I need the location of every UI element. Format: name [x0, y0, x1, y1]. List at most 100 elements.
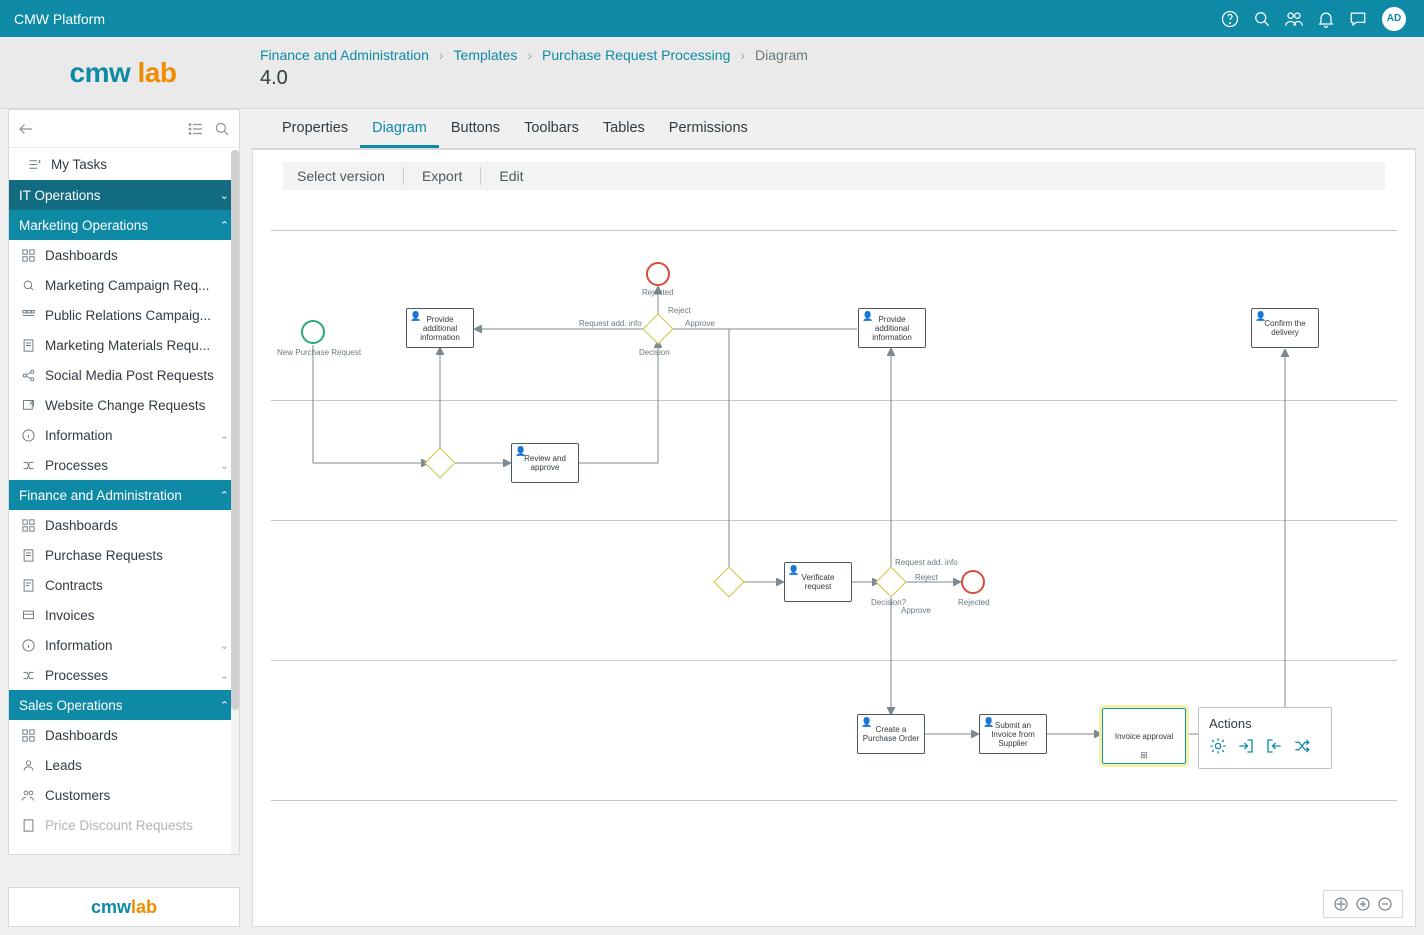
- sidebar-item-leads[interactable]: Leads: [9, 750, 239, 780]
- shuffle-icon[interactable]: [1293, 737, 1311, 755]
- gear-icon[interactable]: [1209, 737, 1227, 755]
- scrollbar-track: [231, 150, 239, 854]
- avatar[interactable]: AD: [1382, 7, 1406, 31]
- chevron-up-icon: ⌃: [220, 489, 229, 502]
- bell-icon[interactable]: [1310, 3, 1342, 35]
- reject2-label: Reject: [915, 573, 938, 582]
- tab-permissions[interactable]: Permissions: [657, 120, 760, 148]
- zoom-fit-icon[interactable]: [1332, 895, 1350, 913]
- canvas: Select version Export Edit: [252, 149, 1416, 927]
- task-provide-info-1[interactable]: 👤Provide additional information: [406, 308, 474, 348]
- tab-tables[interactable]: Tables: [591, 120, 657, 148]
- app-title: CMW Platform: [14, 11, 105, 27]
- sidebar-section-finance[interactable]: Finance and Administration ⌃: [9, 480, 239, 510]
- search-icon[interactable]: [1246, 3, 1278, 35]
- sidebar-section-marketing[interactable]: Marketing Operations ⌃: [9, 210, 239, 240]
- scrollbar-thumb[interactable]: [231, 150, 239, 710]
- task-provide-info-2[interactable]: 👤Provide additional information: [858, 308, 926, 348]
- tabbar: Properties Diagram Buttons Toolbars Tabl…: [252, 109, 1416, 149]
- zoom-in-icon[interactable]: [1354, 895, 1372, 913]
- crumb-finance[interactable]: Finance and Administration: [260, 47, 429, 63]
- sidebar-item-materials-req[interactable]: Marketing Materials Requ...: [9, 330, 239, 360]
- sidebar-item-fin-information[interactable]: Information⌄: [9, 630, 239, 660]
- tab-buttons[interactable]: Buttons: [439, 120, 512, 148]
- task-create-po[interactable]: 👤Create a Purchase Order: [857, 714, 925, 754]
- chevron-up-icon: ⌃: [220, 219, 229, 232]
- sidebar-item-customers[interactable]: Customers: [9, 780, 239, 810]
- task-invoice-approval[interactable]: Invoice approval⊞: [1102, 708, 1186, 764]
- task-confirm-delivery[interactable]: 👤Confirm the delivery: [1251, 308, 1319, 348]
- topbar: CMW Platform AD: [0, 0, 1424, 37]
- start-label: New Purchase Request: [277, 348, 361, 357]
- sidebar-item-dashboards[interactable]: Dashboards: [9, 240, 239, 270]
- zoom-out-icon[interactable]: [1376, 895, 1394, 913]
- crumb-templates[interactable]: Templates: [454, 47, 518, 63]
- chevron-up-icon: ⌃: [220, 699, 229, 712]
- start-event[interactable]: [301, 320, 325, 344]
- end-event-rejected-2[interactable]: [961, 570, 985, 594]
- approve2-label: Approve: [901, 606, 931, 615]
- sidebar-item-fin-processes[interactable]: Processes⌄: [9, 660, 239, 690]
- version-label: 4.0: [260, 67, 1410, 90]
- collapse-icon[interactable]: [17, 120, 35, 138]
- task-review[interactable]: 👤Review and approve: [511, 443, 579, 483]
- decision-label: Decision: [639, 348, 670, 357]
- step-in-icon[interactable]: [1237, 737, 1255, 755]
- rejected2-label: Rejected: [958, 598, 990, 607]
- zoom-controls: [1323, 890, 1403, 918]
- chevron-down-icon: ⌄: [220, 189, 229, 202]
- sidebar-section-it-operations[interactable]: IT Operations ⌄: [9, 180, 239, 210]
- actions-title: Actions: [1209, 716, 1321, 731]
- sidebar-item-information[interactable]: Information⌄: [9, 420, 239, 450]
- sidebar-section-sales[interactable]: Sales Operations ⌃: [9, 690, 239, 720]
- step-out-icon[interactable]: [1265, 737, 1283, 755]
- actions-panel: Actions: [1198, 707, 1332, 769]
- approve-label: Approve: [685, 319, 715, 328]
- export-button[interactable]: Export: [422, 168, 462, 184]
- end-event-rejected[interactable]: [646, 262, 670, 286]
- sidebar-item-website-change[interactable]: Website Change Requests: [9, 390, 239, 420]
- sidebar-item-invoices[interactable]: Invoices: [9, 600, 239, 630]
- sidebar-item-campaign-req[interactable]: Marketing Campaign Req...: [9, 270, 239, 300]
- sidebar-my-tasks[interactable]: My Tasks: [9, 148, 239, 180]
- crumb-current: Diagram: [755, 47, 808, 63]
- sidebar-item-contracts[interactable]: Contracts: [9, 570, 239, 600]
- sidebar-item-social-media[interactable]: Social Media Post Requests: [9, 360, 239, 390]
- bpmn-diagram[interactable]: New Purchase Request Rejected 👤Provide a…: [253, 210, 1415, 926]
- task-submit-invoice[interactable]: 👤Submit an Invoice from Supplier: [979, 714, 1047, 754]
- sidebar-item-pr-campaign[interactable]: Public Relations Campaig...: [9, 300, 239, 330]
- chevron-right-icon: ›: [439, 47, 444, 63]
- list-icon[interactable]: [187, 120, 205, 138]
- subtop: cmw lab Finance and Administration › Tem…: [0, 37, 1424, 109]
- rejected-label: Rejected: [642, 288, 674, 297]
- sidebar-item-purchase-req[interactable]: Purchase Requests: [9, 540, 239, 570]
- sidebar-toolbar: [9, 110, 239, 148]
- task-verify[interactable]: 👤Verificate request: [784, 562, 852, 602]
- sidebar-item-price-discount[interactable]: Price Discount Requests: [9, 810, 239, 840]
- tab-diagram[interactable]: Diagram: [360, 120, 439, 148]
- chevron-right-icon: ›: [527, 47, 532, 63]
- req-add2-label: Request add. info: [895, 558, 958, 567]
- sidebar-item-sales-dashboards[interactable]: Dashboards: [9, 720, 239, 750]
- users-icon[interactable]: [1278, 3, 1310, 35]
- sidebar: My Tasks IT Operations ⌄ Marketing Opera…: [8, 109, 240, 855]
- chevron-down-icon: ⌄: [220, 669, 229, 682]
- reject-label: Reject: [668, 306, 691, 315]
- search-icon[interactable]: [213, 120, 231, 138]
- chat-icon[interactable]: [1342, 3, 1374, 35]
- select-version-button[interactable]: Select version: [297, 168, 385, 184]
- crumb-purchase-request[interactable]: Purchase Request Processing: [542, 47, 730, 63]
- breadcrumb: Finance and Administration › Templates ›…: [260, 47, 1410, 63]
- help-icon[interactable]: [1214, 3, 1246, 35]
- req-add-label: Request add. info: [579, 319, 642, 328]
- edit-button[interactable]: Edit: [499, 168, 523, 184]
- sidebar-item-fin-dashboards[interactable]: Dashboards: [9, 510, 239, 540]
- chevron-down-icon: ⌄: [220, 459, 229, 472]
- logo: cmw lab: [0, 37, 246, 108]
- footer-logo: cmw lab: [8, 887, 240, 927]
- tab-toolbars[interactable]: Toolbars: [512, 120, 591, 148]
- sidebar-item-processes[interactable]: Processes⌄: [9, 450, 239, 480]
- chevron-right-icon: ›: [740, 47, 745, 63]
- chevron-down-icon: ⌄: [220, 639, 229, 652]
- tab-properties[interactable]: Properties: [270, 120, 360, 148]
